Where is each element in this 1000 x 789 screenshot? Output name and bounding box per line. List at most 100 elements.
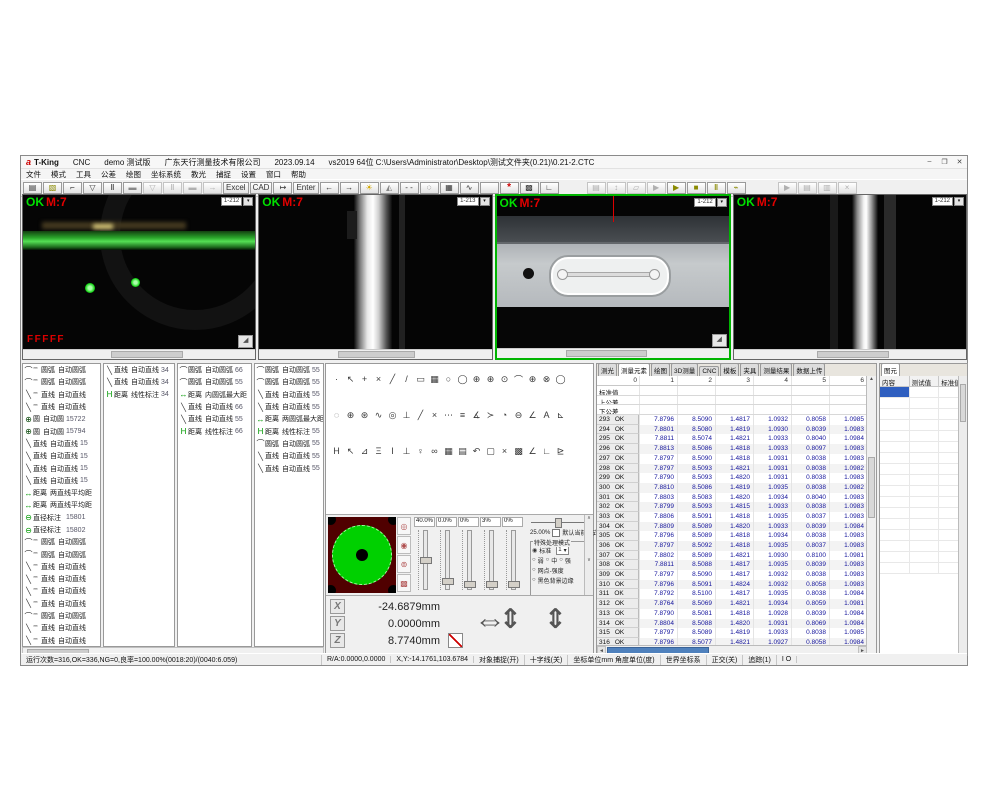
camera-1-tool-grip[interactable]: ◢ <box>238 335 253 348</box>
detail-cell[interactable] <box>939 497 959 507</box>
list-item[interactable]: ╲直线自动直线55 <box>255 389 323 401</box>
play-to-end-button[interactable]: ▶ <box>667 182 686 194</box>
list-item[interactable]: ╲直线自动直线55 <box>178 413 251 425</box>
tool-icon[interactable]: ⊾ <box>555 408 566 422</box>
block-button[interactable]: ▬ <box>123 182 142 194</box>
open-folder-button[interactable]: ▧ <box>43 182 62 194</box>
list-item[interactable]: ⊕圆自动圆15722 <box>23 413 100 425</box>
detail-cell[interactable] <box>910 552 940 562</box>
list-item[interactable]: ⊖直径标注15801 <box>23 512 100 524</box>
list-item[interactable]: ↔距离两圆弧最大距 <box>255 413 323 425</box>
detail-row[interactable] <box>880 431 959 442</box>
chevron-down-icon[interactable]: ▾ <box>480 197 490 206</box>
detail-cell[interactable] <box>910 530 940 540</box>
detail-row[interactable] <box>880 486 959 497</box>
pause-button[interactable]: ‖ <box>707 182 726 194</box>
camera-2-id-box[interactable]: 1-213▾ <box>457 197 489 206</box>
result-row[interactable]: 314OK7.88048.50881.48201.09310.80691.098… <box>597 619 867 629</box>
tool-icon[interactable]: ⊙ <box>499 372 510 386</box>
axis-toggle-button[interactable] <box>448 633 463 648</box>
result-row[interactable]: 315OK7.87978.50891.48191.09330.80381.098… <box>597 628 867 638</box>
list-item[interactable]: ⊕圆自动圆15794 <box>23 425 100 437</box>
blank-button[interactable] <box>480 182 499 194</box>
detail-grid[interactable]: 内容测试值标准值 <box>880 376 959 655</box>
detail-row[interactable] <box>880 508 959 519</box>
list-item[interactable]: ╲***直线自动直线 <box>23 401 100 413</box>
measure-arm-button[interactable]: ↦ <box>273 182 292 194</box>
menu-item-6[interactable]: 坐标系统 <box>146 169 186 180</box>
light-channel-slider[interactable]: 0% <box>502 517 523 593</box>
detail-cell[interactable] <box>910 475 940 485</box>
tool-icon[interactable]: ∠ <box>527 408 538 422</box>
chevron-down-icon[interactable]: ▾ <box>243 197 253 206</box>
detail-cell[interactable] <box>880 552 910 562</box>
detail-cell[interactable] <box>880 398 910 408</box>
tab-CNC[interactable]: CNC <box>699 366 719 376</box>
detail-cell[interactable] <box>880 464 910 474</box>
list-item[interactable]: ⊖直径标注15802 <box>23 524 100 536</box>
detail-cell[interactable] <box>939 387 959 397</box>
chevron-down-icon[interactable]: ▾ <box>717 198 727 207</box>
detail-cell[interactable] <box>939 519 959 529</box>
ring-select-button[interactable]: ◉ <box>397 536 411 554</box>
detail-row[interactable] <box>880 563 959 574</box>
detail-row[interactable] <box>880 409 959 420</box>
detail-cell[interactable] <box>880 453 910 463</box>
list-item[interactable]: ╲***直线自动直线 <box>23 598 100 610</box>
camera-2-view[interactable]: OKM:7 1-213▾ <box>259 195 491 350</box>
list-item[interactable]: H距离线性标注66 <box>178 425 251 437</box>
menu-item-1[interactable]: 文件 <box>21 169 46 180</box>
detail-cell[interactable] <box>939 530 959 540</box>
detail-cell[interactable] <box>910 453 940 463</box>
detail-row[interactable] <box>880 552 959 563</box>
slider-thumb[interactable] <box>420 557 432 564</box>
qr-code-button[interactable]: ▩ <box>520 182 539 194</box>
detail-cell[interactable] <box>910 420 940 430</box>
camera-3-view[interactable]: OKM:7 1-212▾ <box>497 196 729 349</box>
default-mode-checkbox[interactable] <box>552 529 560 537</box>
detail-cell[interactable] <box>939 563 959 573</box>
menu-item-4[interactable]: 公差 <box>96 169 121 180</box>
detail-cell[interactable] <box>880 420 910 430</box>
tool-icon[interactable]: ⊗ <box>541 372 552 386</box>
camera-3-hscrollbar[interactable] <box>497 348 729 358</box>
results-vscrollbar[interactable]: ▲ <box>866 376 876 646</box>
result-row[interactable]: 303OK7.88068.50911.48181.09350.80371.098… <box>597 512 867 522</box>
probe-cup-button[interactable]: ▽ <box>83 182 102 194</box>
detail-row[interactable] <box>880 530 959 541</box>
detail-cell[interactable] <box>939 508 959 518</box>
page-updown-button[interactable]: ↕ <box>607 182 626 194</box>
camera-2[interactable]: OKM:7 1-213▾ <box>258 194 492 360</box>
tool-icon[interactable]: ↖ <box>345 372 356 386</box>
detail-cell[interactable] <box>939 409 959 419</box>
result-row[interactable]: 295OK7.88118.50741.48211.09330.80401.098… <box>597 434 867 444</box>
tool-icon[interactable]: ⊥ <box>401 444 412 458</box>
tool-icon[interactable]: ╱ <box>415 408 426 422</box>
tool-icon[interactable]: ∠ <box>527 444 538 458</box>
play-button[interactable]: ▶ <box>647 182 666 194</box>
result-row[interactable]: 297OK7.87978.50901.48181.09310.80381.098… <box>597 454 867 464</box>
lasso-button[interactable]: ∿ <box>460 182 479 194</box>
list-item[interactable]: ╲直线自动直线66 <box>178 401 251 413</box>
slider-thumb[interactable] <box>508 581 520 588</box>
detail-cell[interactable] <box>910 431 940 441</box>
tab-测量结果[interactable]: 测量结果 <box>760 363 792 376</box>
radio-black-bg[interactable]: ○ <box>532 577 536 583</box>
light-channel-slider[interactable]: 0% <box>458 517 479 593</box>
results-grid[interactable]: 0123456标准值上公差下公差293OK7.87968.50901.48171… <box>597 376 867 646</box>
list-item[interactable]: ⌒圆弧自动圆弧55 <box>255 438 323 450</box>
master-light-slider[interactable] <box>531 517 584 527</box>
result-row[interactable]: 306OK7.87978.50921.48181.09350.80371.098… <box>597 541 867 551</box>
result-row[interactable]: 313OK7.87908.50811.48181.09280.80391.098… <box>597 609 867 619</box>
detail-cell[interactable] <box>910 398 940 408</box>
list-item[interactable]: ⌒圆弧自动圆弧55 <box>255 364 323 376</box>
print-button[interactable]: ▥ <box>818 182 837 194</box>
status-segment-5[interactable]: 十字线(关) <box>525 655 569 665</box>
tool-icon[interactable]: ≡ <box>457 408 468 422</box>
tool-icon[interactable]: × <box>499 444 510 458</box>
detail-cell[interactable] <box>939 486 959 496</box>
tool-icon[interactable]: A <box>541 408 552 422</box>
z-jog-arrows-icon[interactable]: ⇕ <box>544 604 567 635</box>
detail-row[interactable] <box>880 475 959 486</box>
light-bulb-button[interactable]: ☀ <box>360 182 379 194</box>
